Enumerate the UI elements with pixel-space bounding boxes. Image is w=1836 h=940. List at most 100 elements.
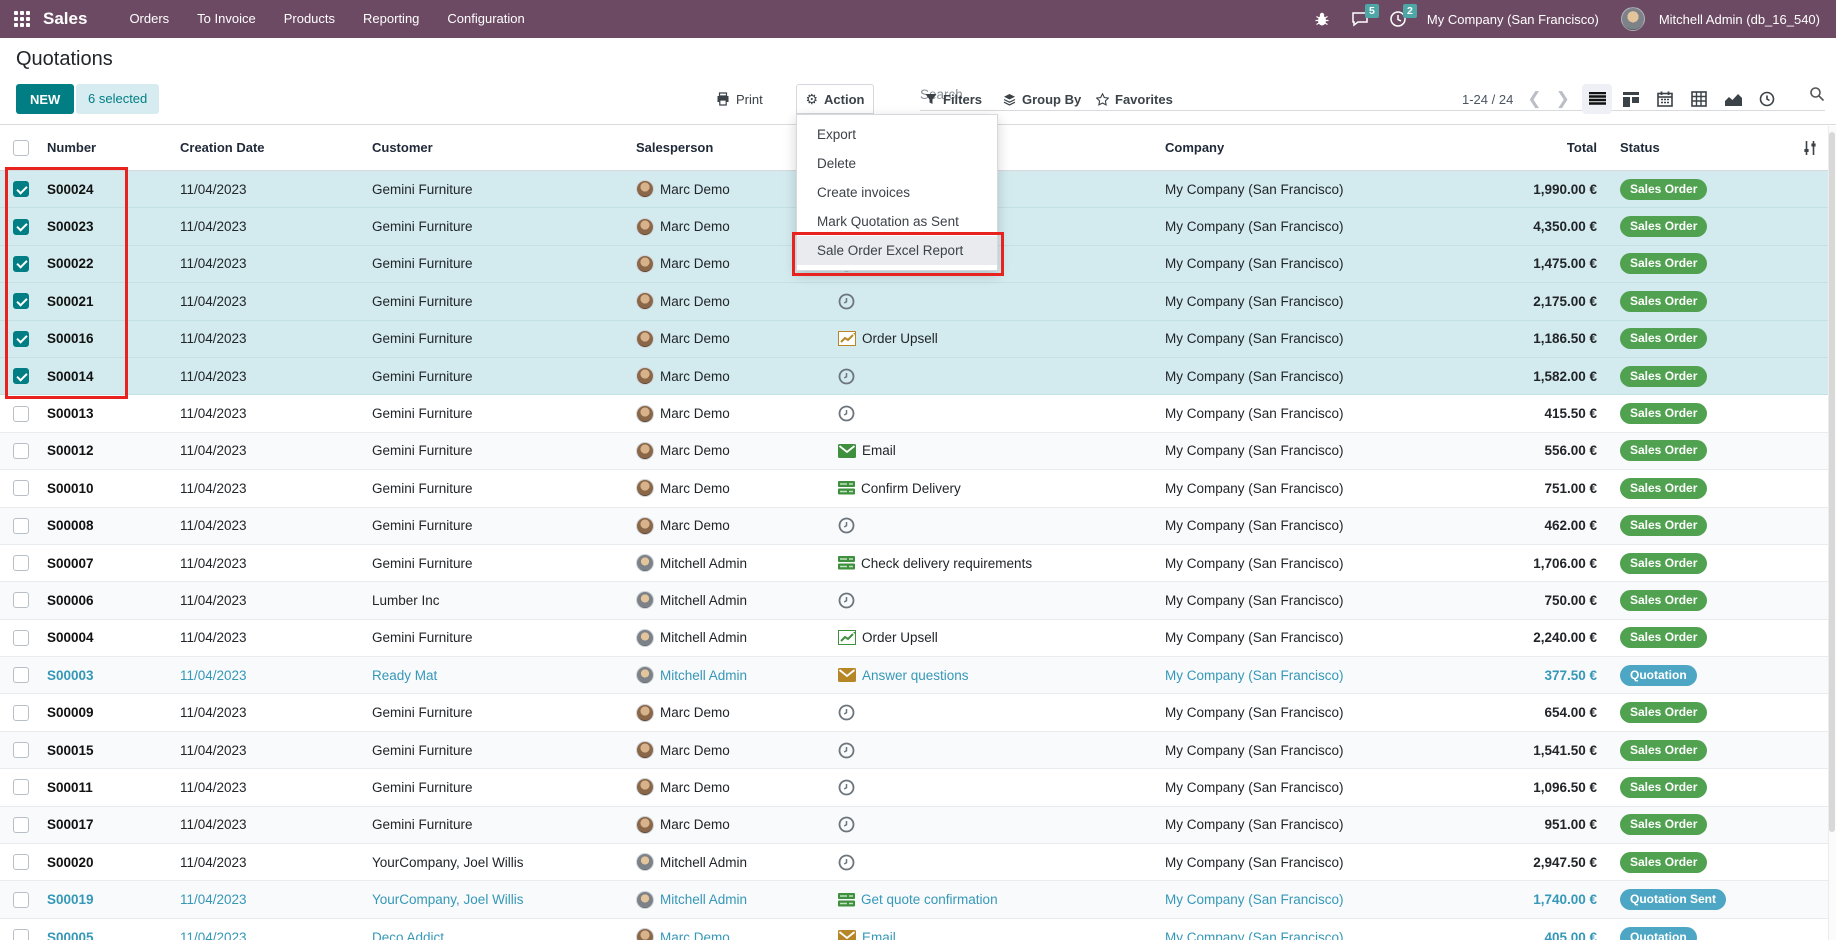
row-checkbox[interactable] — [13, 705, 29, 721]
nav-menu-orders[interactable]: Orders — [115, 0, 183, 38]
upsell-chart-icon[interactable] — [838, 331, 856, 346]
row-checkbox[interactable] — [13, 443, 29, 459]
column-settings-icon[interactable] — [1802, 140, 1818, 156]
kanban-view-icon[interactable] — [1616, 84, 1646, 114]
row-checkbox[interactable] — [13, 368, 29, 384]
table-row[interactable]: S00019 11/04/2023 YourCompany, Joel Will… — [0, 881, 1836, 918]
clock-icon[interactable] — [838, 517, 855, 534]
table-row[interactable]: S00021 11/04/2023 Gemini Furniture Marc … — [0, 283, 1836, 320]
row-checkbox[interactable] — [13, 219, 29, 235]
table-row[interactable]: S00003 11/04/2023 Ready Mat Mitchell Adm… — [0, 657, 1836, 694]
row-checkbox[interactable] — [13, 480, 29, 496]
row-checkbox[interactable] — [13, 817, 29, 833]
table-row[interactable]: S00010 11/04/2023 Gemini Furniture Marc … — [0, 470, 1836, 507]
table-row[interactable]: S00005 11/04/2023 Deco Addict Marc Demo … — [0, 919, 1836, 940]
todo-list-icon[interactable] — [838, 481, 855, 495]
table-row[interactable]: S00009 11/04/2023 Gemini Furniture Marc … — [0, 694, 1836, 731]
table-row[interactable]: S00017 11/04/2023 Gemini Furniture Marc … — [0, 807, 1836, 844]
table-row[interactable]: S00014 11/04/2023 Gemini Furniture Marc … — [0, 358, 1836, 395]
row-checkbox[interactable] — [13, 929, 29, 940]
clock-icon[interactable] — [838, 816, 855, 833]
row-checkbox[interactable] — [13, 181, 29, 197]
user-avatar[interactable] — [1621, 7, 1645, 31]
table-row[interactable]: S00006 11/04/2023 Lumber Inc Mitchell Ad… — [0, 582, 1836, 619]
scrollbar-thumb[interactable] — [1829, 132, 1835, 832]
row-checkbox[interactable] — [13, 256, 29, 272]
pager-next-icon[interactable]: ❯ — [1556, 89, 1570, 109]
action-menu-item[interactable]: Sale Order Excel Report — [797, 236, 997, 265]
header-creation-date[interactable]: Creation Date — [173, 140, 365, 155]
table-row[interactable]: S00015 11/04/2023 Gemini Furniture Marc … — [0, 732, 1836, 769]
nav-menu-products[interactable]: Products — [270, 0, 349, 38]
header-number[interactable]: Number — [40, 140, 173, 155]
clock-icon[interactable] — [838, 779, 855, 796]
clock-icon[interactable] — [838, 592, 855, 609]
list-view-icon[interactable] — [1582, 84, 1612, 114]
email-icon[interactable] — [838, 444, 856, 458]
header-total[interactable]: Total — [1445, 140, 1604, 155]
clock-icon[interactable] — [838, 854, 855, 871]
nav-menu-configuration[interactable]: Configuration — [433, 0, 538, 38]
new-button[interactable]: NEW — [16, 84, 74, 114]
row-checkbox[interactable] — [13, 592, 29, 608]
filters-button[interactable]: Filters — [925, 84, 982, 114]
row-checkbox[interactable] — [13, 331, 29, 347]
action-menu-item[interactable]: Export — [797, 120, 997, 149]
action-menu-item[interactable]: Create invoices — [797, 178, 997, 207]
todo-list-icon[interactable] — [838, 556, 855, 570]
header-status[interactable]: Status — [1604, 140, 1740, 155]
action-menu-item[interactable]: Delete — [797, 149, 997, 178]
graph-view-icon[interactable] — [1718, 84, 1748, 114]
row-checkbox[interactable] — [13, 892, 29, 908]
activity-view-icon[interactable] — [1752, 84, 1782, 114]
pager-previous-icon[interactable]: ❮ — [1527, 89, 1541, 109]
activities-icon[interactable]: 2 — [1383, 0, 1413, 38]
nav-menu-to-invoice[interactable]: To Invoice — [183, 0, 270, 38]
table-row[interactable]: S00004 11/04/2023 Gemini Furniture Mitch… — [0, 620, 1836, 657]
table-row[interactable]: S00007 11/04/2023 Gemini Furniture Mitch… — [0, 545, 1836, 582]
row-checkbox[interactable] — [13, 630, 29, 646]
apps-menu-icon[interactable] — [14, 11, 31, 28]
row-checkbox[interactable] — [13, 518, 29, 534]
print-button[interactable]: Print — [716, 84, 763, 114]
row-checkbox[interactable] — [13, 555, 29, 571]
table-row[interactable]: S00008 11/04/2023 Gemini Furniture Marc … — [0, 508, 1836, 545]
vertical-scrollbar[interactable] — [1828, 126, 1836, 940]
messages-icon[interactable]: 5 — [1345, 0, 1375, 38]
pivot-view-icon[interactable] — [1684, 84, 1714, 114]
row-checkbox[interactable] — [13, 742, 29, 758]
user-menu[interactable]: Mitchell Admin (db_16_540) — [1653, 12, 1826, 27]
table-row[interactable]: S00012 11/04/2023 Gemini Furniture Marc … — [0, 433, 1836, 470]
action-menu-item[interactable]: Mark Quotation as Sent — [797, 207, 997, 236]
calendar-view-icon[interactable] — [1650, 84, 1680, 114]
action-button[interactable]: ⚙ Action — [796, 84, 874, 114]
favorites-button[interactable]: Favorites — [1096, 84, 1173, 114]
clock-icon[interactable] — [838, 293, 855, 310]
table-row[interactable]: S00020 11/04/2023 YourCompany, Joel Will… — [0, 844, 1836, 881]
select-all-checkbox[interactable] — [13, 140, 29, 156]
upsell-chart-icon[interactable] — [838, 630, 856, 645]
clock-icon[interactable] — [838, 704, 855, 721]
app-name[interactable]: Sales — [43, 9, 87, 29]
email-icon[interactable] — [838, 930, 856, 940]
clock-icon[interactable] — [838, 405, 855, 422]
row-checkbox[interactable] — [13, 854, 29, 870]
company-switcher[interactable]: My Company (San Francisco) — [1421, 12, 1605, 27]
table-row[interactable]: S00011 11/04/2023 Gemini Furniture Marc … — [0, 769, 1836, 806]
clock-icon[interactable] — [838, 742, 855, 759]
header-company[interactable]: Company — [1158, 140, 1445, 155]
table-row[interactable]: S00013 11/04/2023 Gemini Furniture Marc … — [0, 395, 1836, 432]
debug-bug-icon[interactable] — [1307, 0, 1337, 38]
email-icon[interactable] — [838, 668, 856, 682]
clock-icon[interactable] — [838, 368, 855, 385]
header-customer[interactable]: Customer — [365, 140, 629, 155]
search-icon[interactable] — [1809, 86, 1825, 102]
nav-menu-reporting[interactable]: Reporting — [349, 0, 433, 38]
row-checkbox[interactable] — [13, 406, 29, 422]
row-checkbox[interactable] — [13, 779, 29, 795]
row-checkbox[interactable] — [13, 293, 29, 309]
group-by-button[interactable]: Group By — [1003, 84, 1081, 114]
row-checkbox[interactable] — [13, 667, 29, 683]
todo-list-icon[interactable] — [838, 893, 855, 907]
table-row[interactable]: S00016 11/04/2023 Gemini Furniture Marc … — [0, 321, 1836, 358]
